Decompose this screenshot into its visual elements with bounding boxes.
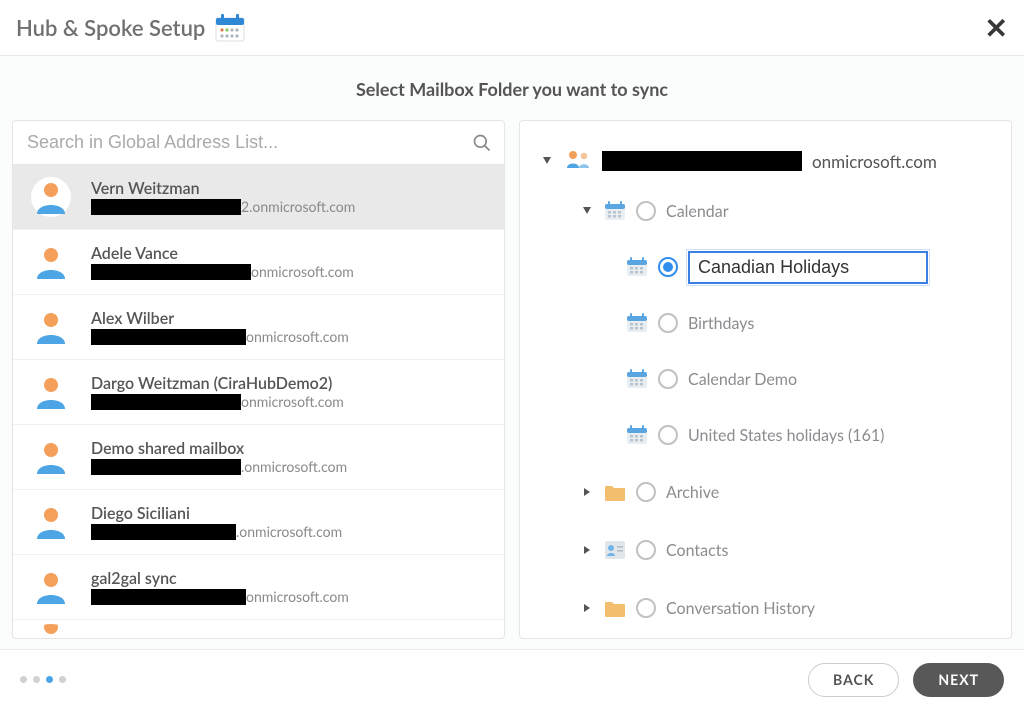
person-email-domain: onmicrosoft.com: [251, 263, 354, 280]
folder-node[interactable]: Archive: [540, 463, 991, 521]
radio-button[interactable]: [636, 540, 656, 560]
step-instruction: Select Mailbox Folder you want to sync: [0, 56, 1024, 120]
address-list-panel: Vern Weitzman 2.onmicrosoft.com Adele Va…: [12, 120, 505, 639]
dialog-header: Hub & Spoke Setup ✕: [0, 0, 1024, 56]
folder-icon: [604, 597, 626, 619]
avatar: [31, 502, 71, 542]
step-dot: [33, 676, 40, 683]
redacted-text: [91, 329, 246, 345]
folder-label: United States holidays (161): [688, 426, 884, 445]
calendar-icon: [626, 368, 648, 390]
person-name: Adele Vance: [91, 244, 354, 263]
sub-calendar[interactable]: Calendar Demo: [540, 351, 991, 407]
person-row[interactable]: [13, 620, 504, 638]
person-name: Alex Wilber: [91, 309, 349, 328]
next-button[interactable]: NEXT: [913, 663, 1004, 697]
person-row[interactable]: Adele Vance onmicrosoft.com: [13, 230, 504, 295]
redacted-text: [91, 394, 241, 410]
person-email-domain: onmicrosoft.com: [246, 588, 349, 605]
folder-label: Birthdays: [688, 314, 754, 333]
back-button[interactable]: BACK: [808, 663, 899, 697]
calendar-icon: [626, 256, 648, 278]
expander-icon[interactable]: [580, 603, 594, 613]
person-email-domain: .onmicrosoft.com: [241, 458, 347, 475]
search-bar: [13, 121, 504, 165]
avatar: [31, 567, 71, 607]
expander-icon[interactable]: [580, 206, 594, 216]
folder-icon: [604, 481, 626, 503]
avatar: [31, 242, 71, 282]
person-name: Dargo Weitzman (CiraHubDemo2): [91, 374, 344, 393]
calendar-icon: [215, 13, 245, 43]
person-row[interactable]: gal2gal sync onmicrosoft.com: [13, 555, 504, 620]
step-dot: [20, 676, 27, 683]
avatar: [31, 437, 71, 477]
expander-icon[interactable]: [540, 156, 554, 166]
redacted-text: [91, 199, 241, 215]
redacted-text: [91, 524, 236, 540]
person-row[interactable]: Dargo Weitzman (CiraHubDemo2) onmicrosof…: [13, 360, 504, 425]
folder-label: Calendar: [666, 202, 729, 221]
search-icon: [472, 133, 492, 153]
wizard-footer: BACK NEXT: [0, 649, 1024, 709]
person-email-domain: .onmicrosoft.com: [236, 523, 342, 540]
folder-node[interactable]: Contacts: [540, 521, 991, 579]
calendar-icon: [604, 200, 626, 222]
step-indicator: [20, 676, 66, 683]
person-name: Demo shared mailbox: [91, 439, 347, 458]
radio-button[interactable]: [636, 598, 656, 618]
avatar: [31, 177, 71, 217]
redacted-text: [91, 589, 246, 605]
account-node[interactable]: onmicrosoft.com: [540, 139, 991, 183]
step-dot: [46, 676, 53, 683]
folder-label: Contacts: [666, 541, 728, 560]
people-list: Vern Weitzman 2.onmicrosoft.com Adele Va…: [13, 165, 504, 638]
folder-label: Calendar Demo: [688, 370, 797, 389]
radio-button[interactable]: [636, 482, 656, 502]
account-domain: onmicrosoft.com: [812, 151, 937, 172]
person-name: Diego Siciliani: [91, 504, 342, 523]
people-icon: [564, 148, 592, 174]
folder-label: Archive: [666, 483, 719, 502]
folder-label: Conversation History: [666, 599, 815, 618]
person-email-domain: onmicrosoft.com: [246, 328, 349, 345]
close-button[interactable]: ✕: [985, 10, 1008, 45]
redacted-text: [91, 459, 241, 475]
expander-icon[interactable]: [580, 545, 594, 555]
folder-name-input[interactable]: [688, 251, 928, 284]
person-row[interactable]: Diego Siciliani .onmicrosoft.com: [13, 490, 504, 555]
radio-button[interactable]: [658, 425, 678, 445]
radio-button[interactable]: [658, 313, 678, 333]
calendar-icon: [626, 312, 648, 334]
contacts-icon: [604, 539, 626, 561]
avatar: [31, 372, 71, 412]
folder-calendar[interactable]: Calendar: [540, 183, 991, 239]
redacted-text: [602, 151, 802, 171]
expander-icon[interactable]: [580, 487, 594, 497]
dialog-title: Hub & Spoke Setup: [16, 14, 205, 41]
step-dot: [59, 676, 66, 683]
sub-calendar[interactable]: Birthdays: [540, 295, 991, 351]
radio-button[interactable]: [658, 257, 678, 277]
folder-canadian-holidays[interactable]: [540, 239, 991, 295]
folder-tree-panel: onmicrosoft.com Calendar B: [519, 120, 1012, 639]
person-name: Vern Weitzman: [91, 179, 355, 198]
person-email-domain: 2.onmicrosoft.com: [241, 198, 355, 215]
folder-node[interactable]: Conversation History: [540, 579, 991, 637]
avatar: [31, 624, 71, 638]
person-row[interactable]: Demo shared mailbox .onmicrosoft.com: [13, 425, 504, 490]
person-email-domain: onmicrosoft.com: [241, 393, 344, 410]
person-name: gal2gal sync: [91, 569, 349, 588]
avatar: [31, 307, 71, 347]
person-row[interactable]: Vern Weitzman 2.onmicrosoft.com: [13, 165, 504, 230]
person-row[interactable]: Alex Wilber onmicrosoft.com: [13, 295, 504, 360]
sub-calendar[interactable]: United States holidays (161): [540, 407, 991, 463]
calendar-icon: [626, 424, 648, 446]
radio-button[interactable]: [658, 369, 678, 389]
redacted-text: [91, 264, 251, 280]
search-input[interactable]: [25, 131, 472, 154]
radio-button[interactable]: [636, 201, 656, 221]
